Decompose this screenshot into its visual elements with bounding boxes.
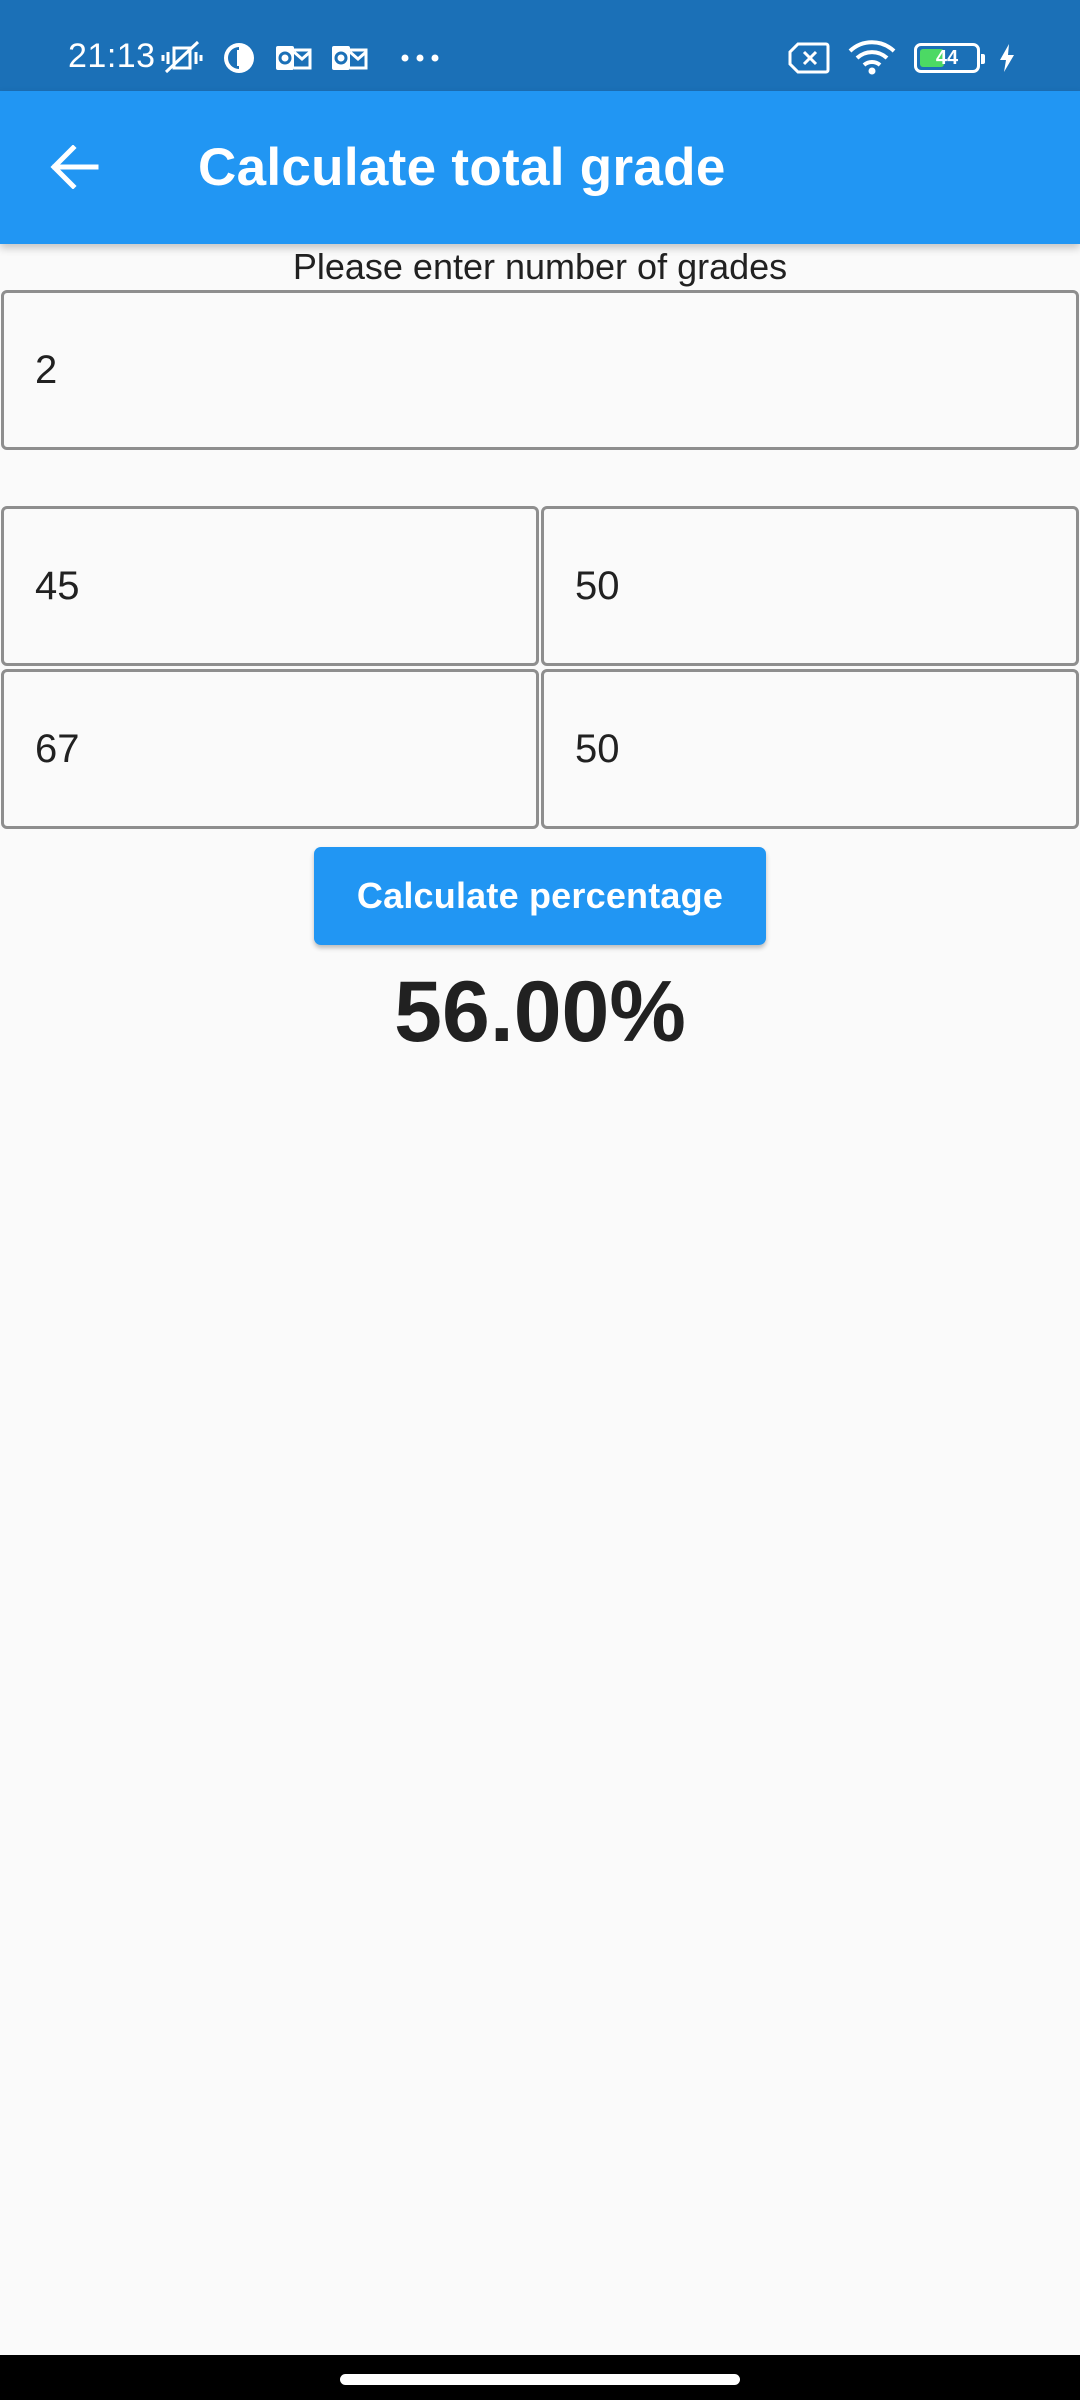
screen: 21:13 44 Calculate total grade Please en… [0,0,1080,2400]
status-bar: 21:13 44 [0,0,1080,91]
arrow-back-icon [49,143,99,194]
page-title: Calculate total grade [198,138,726,197]
charging-icon [998,43,1016,73]
calculate-percentage-button[interactable]: Calculate percentage [314,847,766,945]
outlook-icon [274,42,312,74]
vibrate-off-icon [160,38,204,78]
grade-max-input-2[interactable] [541,669,1079,829]
status-icons-left [160,38,440,78]
battery-level: 44 [935,47,959,69]
grade-score-input-1[interactable] [1,506,539,666]
battery-icon: 44 [914,43,985,73]
grades-count-input[interactable] [1,290,1079,450]
navigation-bar [0,2355,1080,2400]
home-indicator[interactable] [340,2374,740,2385]
grade-score-input-2[interactable] [1,669,539,829]
wifi-icon [848,40,896,76]
app-notification-icon [222,41,256,75]
app-bar: Calculate total grade [0,91,1080,244]
sim-error-icon [788,42,830,74]
back-button[interactable] [36,131,112,207]
result-percentage: 56.00% [394,964,686,1060]
status-icons-right: 44 [788,38,1016,78]
outlook-icon [330,42,368,74]
battery-nub [981,54,985,64]
grades-count-label: Please enter number of grades [292,246,788,287]
more-dots-icon [400,53,440,63]
grade-max-input-1[interactable] [541,506,1079,666]
status-time: 21:13 [68,37,156,75]
